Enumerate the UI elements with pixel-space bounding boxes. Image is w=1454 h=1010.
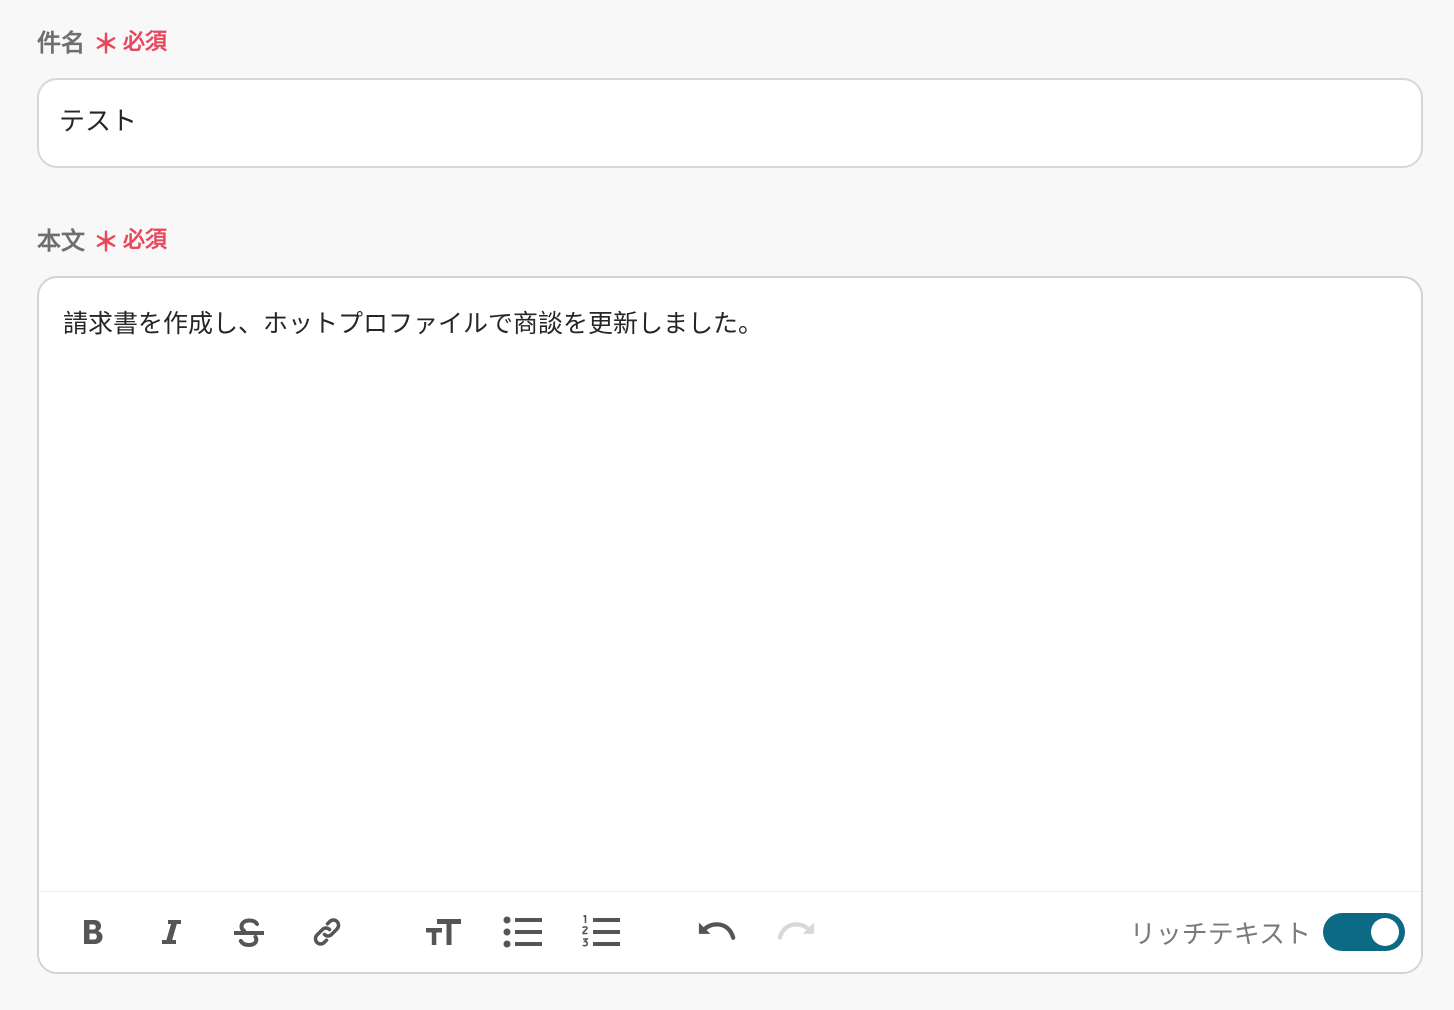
required-asterisk: ＊: [93, 29, 120, 60]
editor-toolbar: リッチテキスト: [39, 891, 1421, 972]
strikethrough-button[interactable]: [229, 912, 269, 952]
body-editor-content[interactable]: 請求書を作成し、ホットプロファイルで商談を更新しました。: [63, 304, 763, 340]
italic-button[interactable]: [151, 912, 191, 952]
required-badge: 必須: [123, 30, 168, 55]
subject-label-row: 件名 ＊ 必須: [37, 20, 167, 60]
italic-icon: [162, 920, 181, 944]
body-label: 本文: [37, 226, 85, 255]
subject-label: 件名: [37, 28, 85, 57]
bullet-list-icon: [503, 916, 542, 948]
redo-button[interactable]: [776, 912, 816, 952]
undo-button[interactable]: [697, 912, 737, 952]
strikethrough-icon: [234, 918, 264, 947]
text-size-icon: [426, 919, 461, 945]
numbered-list-button[interactable]: [581, 912, 621, 952]
toggle-knob: [1371, 918, 1399, 946]
numbered-list-icon: [582, 915, 620, 947]
link-icon: [313, 918, 341, 946]
bold-button[interactable]: [73, 912, 113, 952]
required-badge: 必須: [123, 228, 168, 253]
link-button[interactable]: [307, 912, 347, 952]
bold-icon: [84, 920, 103, 944]
undo-icon: [698, 922, 736, 940]
rich-text-label: リッチテキスト: [1129, 920, 1311, 950]
required-asterisk: ＊: [93, 227, 120, 258]
bullet-list-button[interactable]: [503, 912, 543, 952]
body-editor[interactable]: 請求書を作成し、ホットプロファイルで商談を更新しました。 リッチテキスト: [37, 276, 1423, 974]
text-size-button[interactable]: [424, 912, 464, 952]
redo-icon: [777, 922, 815, 940]
body-label-row: 本文 ＊ 必須: [37, 218, 167, 258]
subject-input-value: テスト: [59, 107, 138, 137]
subject-input[interactable]: テスト: [37, 78, 1423, 168]
form: 件名 ＊ 必須 テスト 本文 ＊ 必須 請求書を作成し、ホットプロファイルで商談…: [0, 0, 1454, 1010]
rich-text-toggle[interactable]: [1323, 913, 1405, 951]
